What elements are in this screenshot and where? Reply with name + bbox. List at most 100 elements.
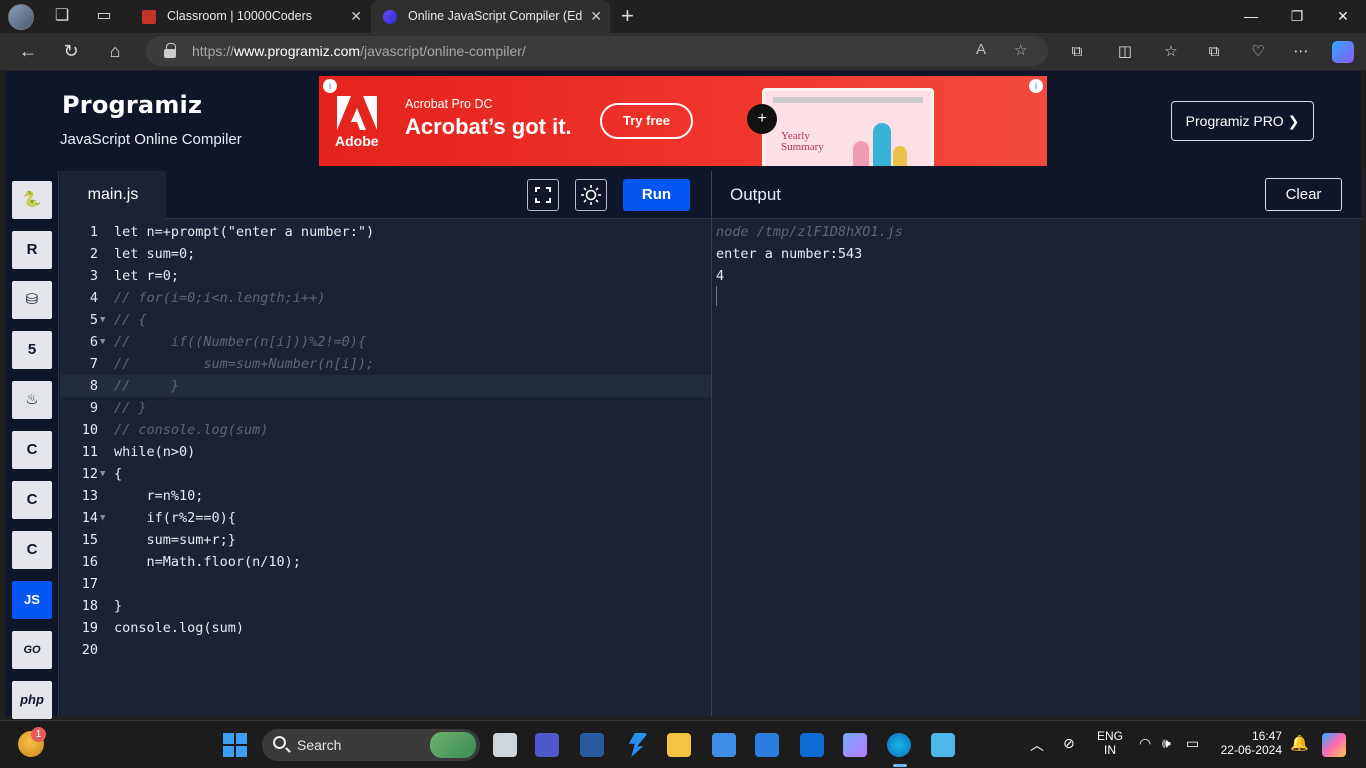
profile-avatar[interactable] xyxy=(8,4,34,30)
code-line[interactable]: 15 sum=sum+r;} xyxy=(60,529,711,551)
ad-info-icon[interactable]: i xyxy=(323,79,337,93)
fullscreen-button[interactable] xyxy=(527,179,559,211)
php-icon[interactable]: php xyxy=(12,681,52,719)
code-line[interactable]: 9 // } xyxy=(60,397,711,419)
csharp-icon[interactable]: C xyxy=(12,531,52,569)
taskbar-search[interactable]: Search xyxy=(262,729,480,761)
sql-icon[interactable]: ⛁ xyxy=(12,281,52,319)
c-icon[interactable]: C xyxy=(12,431,52,469)
code-line[interactable]: 3 let r=0; xyxy=(60,265,711,287)
fold-arrow-icon[interactable]: ▼ xyxy=(100,331,105,353)
code-line[interactable]: 18} xyxy=(60,595,711,617)
fold-arrow-icon[interactable]: ▼ xyxy=(100,463,105,485)
go-icon[interactable]: GO xyxy=(12,631,52,669)
minimize-button[interactable]: — xyxy=(1228,0,1274,33)
code-text[interactable]: // { xyxy=(114,309,147,331)
html-icon[interactable]: 5 xyxy=(12,331,52,369)
code-line[interactable]: 16 n=Math.floor(n/10); xyxy=(60,551,711,573)
code-line[interactable]: 5 ▼ // { xyxy=(60,309,711,331)
windows-start-icon[interactable] xyxy=(223,733,247,757)
code-line[interactable]: 10 // console.log(sum) xyxy=(60,419,711,441)
theme-toggle-button[interactable] xyxy=(575,179,607,211)
code-line[interactable]: 19 console.log(sum) xyxy=(60,617,711,639)
edge-icon[interactable] xyxy=(887,733,911,757)
url-text[interactable]: https://www.programiz.com/javascript/onl… xyxy=(192,43,526,59)
url-field[interactable]: https://www.programiz.com/javascript/onl… xyxy=(146,36,1048,66)
notifications-bell-icon[interactable]: 🔔 xyxy=(1290,734,1309,752)
code-text[interactable]: // } xyxy=(114,375,179,397)
code-text[interactable]: // if((Number(n[i]))%2!=0){ xyxy=(114,331,366,353)
close-window-button[interactable]: ✕ xyxy=(1320,0,1366,33)
code-line[interactable]: 1 let n=+prompt("enter a number:") xyxy=(60,221,711,243)
mail-icon[interactable] xyxy=(712,733,736,757)
favorites-icon[interactable]: ☆ xyxy=(1160,41,1182,63)
teams-icon[interactable] xyxy=(535,733,559,757)
code-text[interactable]: let sum=0; xyxy=(114,243,195,265)
dropbox-icon[interactable] xyxy=(800,733,824,757)
code-text[interactable]: let r=0; xyxy=(114,265,179,287)
workspaces-icon[interactable]: ❏ xyxy=(52,6,72,26)
new-tab-button[interactable]: + xyxy=(621,4,634,28)
close-tab-icon[interactable]: ✕ xyxy=(350,0,362,33)
split-screen-icon[interactable]: ◫ xyxy=(1114,41,1136,63)
performance-icon[interactable]: ♡ xyxy=(1247,41,1269,63)
ad-try-free-button[interactable]: Try free xyxy=(600,103,693,139)
fold-arrow-icon[interactable]: ▼ xyxy=(100,507,105,529)
javascript-icon[interactable]: JS xyxy=(12,581,52,619)
code-line[interactable]: 20 xyxy=(60,639,711,661)
r-language-icon[interactable]: R xyxy=(12,231,52,269)
wifi-icon[interactable]: ◠ xyxy=(1139,735,1151,752)
close-tab-icon[interactable]: ✕ xyxy=(590,0,602,33)
collections-icon[interactable]: ⧉ xyxy=(1203,41,1225,63)
refresh-icon[interactable]: ↻ xyxy=(58,39,84,63)
more-menu-icon[interactable]: ⋯ xyxy=(1290,41,1312,63)
volume-icon[interactable]: 🕪 xyxy=(1162,735,1171,752)
code-line[interactable]: 8 // } xyxy=(60,375,711,397)
maximize-button[interactable]: ❐ xyxy=(1274,0,1320,33)
code-text[interactable]: // } xyxy=(114,397,147,419)
code-text[interactable]: // for(i=0;i<n.length;i++) xyxy=(114,287,325,309)
programiz-pro-button[interactable]: Programiz PRO ❯ xyxy=(1171,101,1314,141)
code-line[interactable]: 6 ▼ // if((Number(n[i]))%2!=0){ xyxy=(60,331,711,353)
code-text[interactable]: r=n%10; xyxy=(114,485,204,507)
code-area[interactable]: 1 let n=+prompt("enter a number:") 2 let su… xyxy=(60,219,711,716)
code-text[interactable]: while(n>0) xyxy=(114,441,195,463)
back-icon[interactable]: ← xyxy=(15,39,41,63)
tab-actions-icon[interactable]: ▭ xyxy=(94,6,114,26)
task-view-icon[interactable] xyxy=(493,733,517,757)
code-text[interactable]: if(r%2==0){ xyxy=(114,507,236,529)
code-line[interactable]: 4 // for(i=0;i<n.length;i++) xyxy=(60,287,711,309)
favorite-star-icon[interactable]: ☆ xyxy=(1014,41,1027,59)
code-line[interactable]: 17 xyxy=(60,573,711,595)
lock-icon[interactable] xyxy=(164,43,176,58)
code-text[interactable]: n=Math.floor(n/10); xyxy=(114,551,301,573)
file-explorer-icon[interactable] xyxy=(667,733,691,757)
ad-choices-icon[interactable]: i xyxy=(1029,79,1043,93)
code-text[interactable]: sum=sum+r;} xyxy=(114,529,236,551)
programiz-logo[interactable]: Programiz xyxy=(62,91,202,119)
java-icon[interactable]: ♨ xyxy=(12,381,52,419)
code-line[interactable]: 12 ▼ { xyxy=(60,463,711,485)
file-tab-main-js[interactable]: main.js xyxy=(60,171,166,219)
extensions-icon[interactable]: ⧉ xyxy=(1066,41,1088,63)
code-text[interactable]: } xyxy=(114,595,122,617)
home-icon[interactable]: ⌂ xyxy=(102,39,128,63)
code-line[interactable]: 2 let sum=0; xyxy=(60,243,711,265)
code-text[interactable]: console.log(sum) xyxy=(114,617,244,639)
visual-studio-icon[interactable] xyxy=(628,733,648,757)
code-text[interactable]: { xyxy=(114,463,122,485)
code-line[interactable]: 13 r=n%10; xyxy=(60,485,711,507)
battery-icon[interactable]: ▭ xyxy=(1186,735,1199,752)
code-line[interactable]: 7 // sum=sum+Number(n[i]); xyxy=(60,353,711,375)
notepad-icon[interactable] xyxy=(931,733,955,757)
clear-button[interactable]: Clear xyxy=(1265,178,1342,211)
code-text[interactable]: let n=+prompt("enter a number:") xyxy=(114,221,374,243)
fold-arrow-icon[interactable]: ▼ xyxy=(100,309,105,331)
read-aloud-icon[interactable]: A xyxy=(976,41,986,58)
code-text[interactable]: // console.log(sum) xyxy=(114,419,268,441)
dev-home-icon[interactable] xyxy=(580,733,604,757)
output-input-cursor[interactable] xyxy=(716,286,717,306)
copilot-pre-icon[interactable] xyxy=(1322,733,1346,757)
store-icon[interactable] xyxy=(755,733,779,757)
copilot-icon[interactable] xyxy=(1332,41,1354,63)
